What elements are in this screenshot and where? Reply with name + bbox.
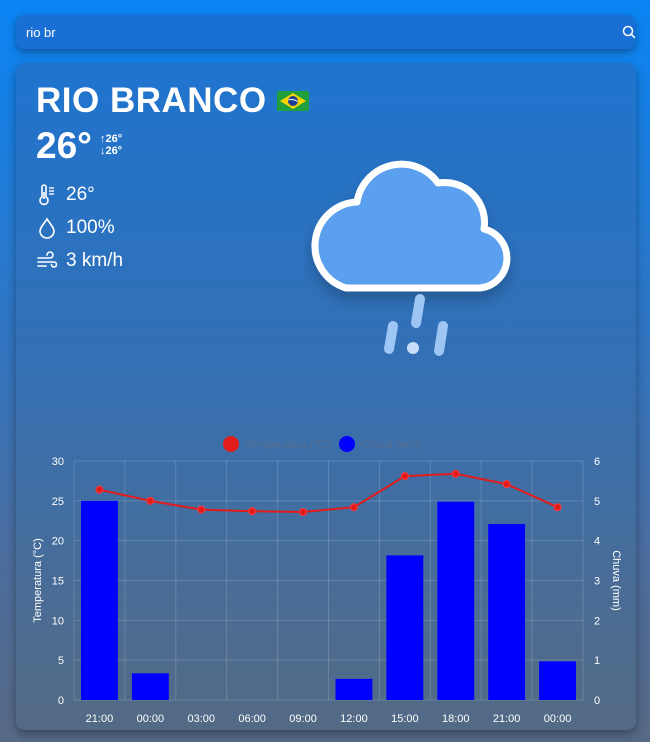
temperature-point bbox=[349, 503, 358, 512]
y2-tick-label: 4 bbox=[594, 536, 600, 548]
temperature-point bbox=[299, 507, 308, 516]
legend-rain-label: Chuva (mm) bbox=[361, 439, 422, 451]
legend-temperature-label: Temperatura (°C) bbox=[245, 439, 329, 451]
rain-bar bbox=[131, 673, 169, 700]
humidity-drop-icon bbox=[39, 217, 55, 239]
x-tick-label: 00:00 bbox=[544, 713, 572, 725]
wind-icon bbox=[37, 251, 58, 268]
x-tick-label: 00:00 bbox=[137, 713, 165, 725]
y-tick-label: 5 bbox=[58, 655, 64, 667]
y-tick-label: 20 bbox=[52, 536, 64, 548]
max-temperature: ↑26° bbox=[100, 133, 123, 145]
feels-like-row: 26° bbox=[36, 184, 95, 206]
temperature-point bbox=[400, 472, 409, 481]
wind-value: 3 km/h bbox=[66, 250, 124, 271]
x-tick-label: 09:00 bbox=[289, 713, 317, 725]
forecast-chart: 0 5 10 15 20 25 30 0 1 2 3 4 5 6 21:00 00:00 03:00 06:00 0… bbox=[32, 436, 622, 725]
x-tick-label: 06:00 bbox=[238, 713, 266, 725]
rain-bar bbox=[488, 523, 526, 700]
y2-tick-label: 1 bbox=[594, 655, 600, 667]
x-tick-label: 12:00 bbox=[340, 713, 368, 725]
y-tick-label: 30 bbox=[52, 456, 64, 468]
feels-like-value: 26° bbox=[66, 184, 95, 205]
temperature-point bbox=[95, 485, 104, 494]
y2-tick-label: 0 bbox=[594, 695, 600, 707]
y-tick-label: 25 bbox=[52, 496, 64, 508]
min-temperature: ↓26° bbox=[100, 145, 123, 157]
x-tick-label: 21:00 bbox=[493, 713, 521, 725]
wind-row: 3 km/h bbox=[36, 250, 123, 272]
y-tick-label: 15 bbox=[52, 576, 64, 588]
temperature-point bbox=[146, 496, 155, 505]
y2-tick-label: 3 bbox=[594, 576, 600, 588]
x-tick-label: 15:00 bbox=[391, 713, 419, 725]
rain-bar bbox=[335, 678, 373, 700]
legend-rain-swatch bbox=[339, 436, 355, 452]
city-title: RIO BRANCO bbox=[36, 81, 309, 121]
y2-tick-label: 6 bbox=[594, 456, 600, 468]
rain-bar bbox=[386, 555, 424, 700]
temperature-point bbox=[502, 480, 511, 489]
rain-bar bbox=[539, 661, 576, 700]
temperature-point bbox=[553, 503, 562, 512]
y2-tick-label: 5 bbox=[594, 496, 600, 508]
city-name: RIO BRANCO bbox=[36, 81, 267, 120]
x-tick-label: 18:00 bbox=[442, 713, 470, 725]
temperature-range: ↑26° ↓26° bbox=[100, 133, 122, 157]
y-axis-title: Temperatura (°C) bbox=[32, 538, 44, 622]
rain-cloud-icon bbox=[311, 160, 511, 356]
rain-bar bbox=[81, 500, 118, 700]
current-temperature: 26° bbox=[36, 125, 92, 166]
search-bar bbox=[16, 15, 637, 49]
legend-temperature-swatch bbox=[223, 436, 239, 452]
rain-bar bbox=[437, 501, 475, 700]
humidity-value: 100% bbox=[66, 217, 115, 238]
brazil-flag-icon bbox=[276, 91, 309, 111]
y-tick-label: 10 bbox=[52, 615, 64, 627]
y2-axis-title: Chuva (mm) bbox=[610, 550, 622, 611]
y-tick-label: 0 bbox=[58, 695, 64, 707]
humidity-row: 100% bbox=[36, 217, 115, 239]
search-icon[interactable] bbox=[621, 24, 637, 40]
temperature-point bbox=[451, 469, 460, 478]
temperature-point bbox=[197, 505, 206, 514]
y2-tick-label: 2 bbox=[594, 615, 600, 627]
x-tick-label: 03:00 bbox=[187, 713, 215, 725]
temperature-point bbox=[248, 507, 257, 516]
thermometer-icon bbox=[39, 184, 54, 206]
weather-card: RIO BRANCO 26° ↑26° ↓26° 26° 100% 3 km/h… bbox=[16, 63, 636, 730]
search-input[interactable] bbox=[16, 15, 596, 49]
x-tick-label: 21:00 bbox=[86, 713, 114, 725]
